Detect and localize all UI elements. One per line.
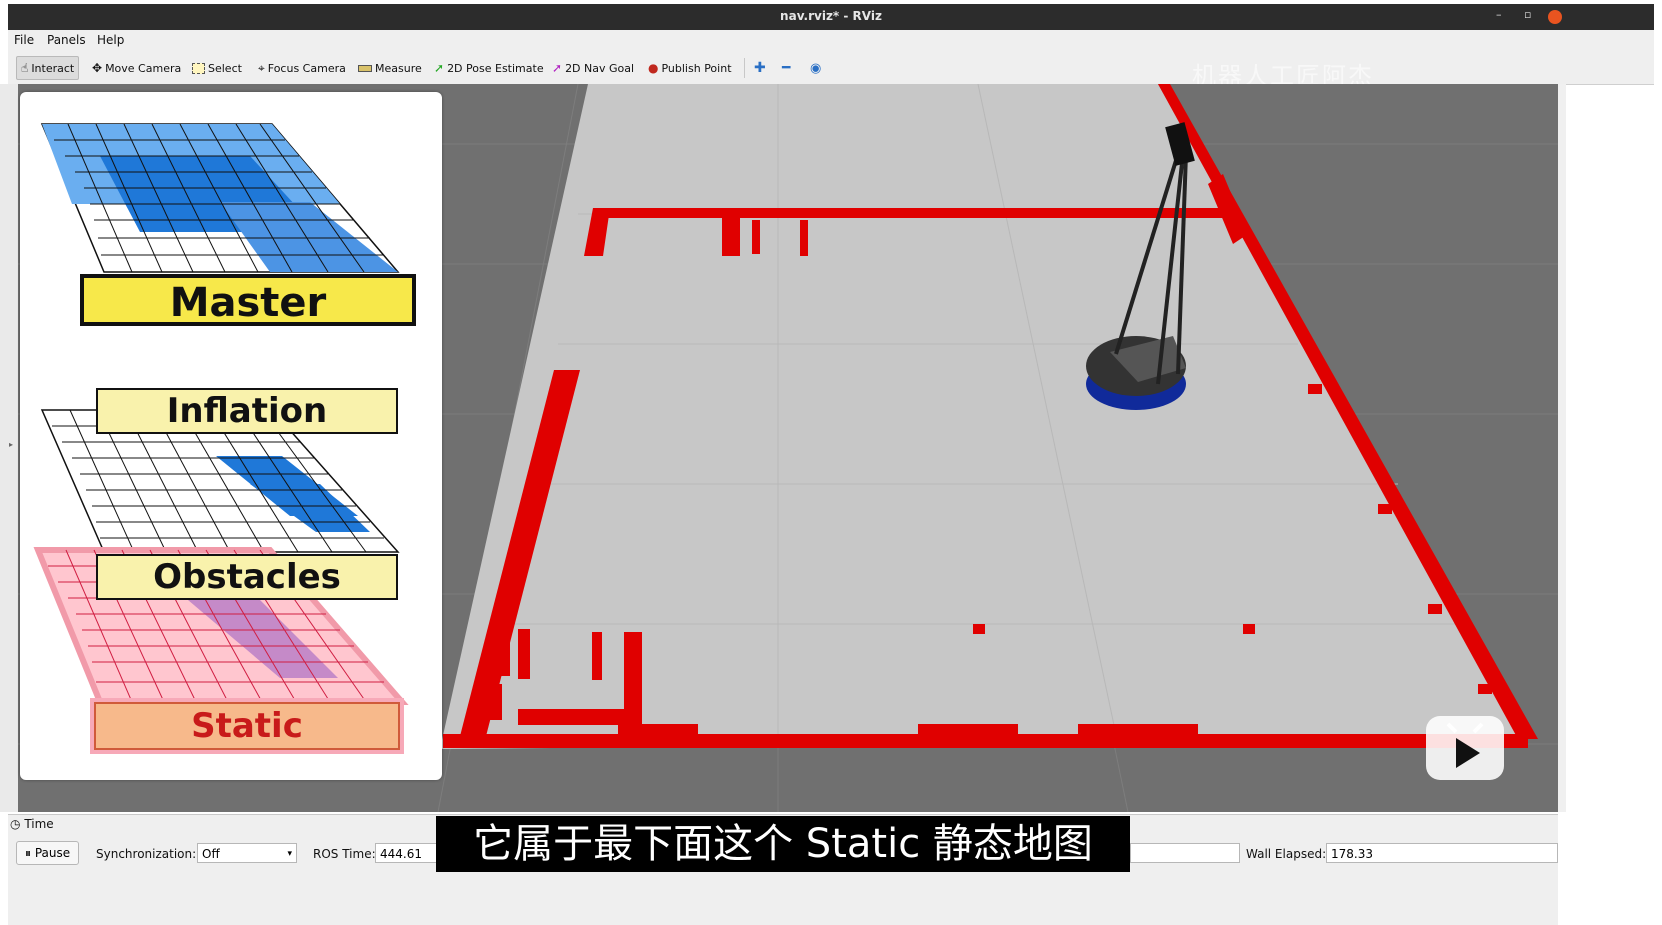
- remove-tool-button[interactable]: ━: [782, 59, 790, 77]
- crosshair-icon: ⌖: [258, 61, 265, 75]
- minimize-button[interactable]: –: [1496, 8, 1502, 21]
- ros-time-field[interactable]: 444.61: [375, 843, 445, 863]
- measure-tool[interactable]: Measure: [358, 59, 422, 77]
- time-panel-header: ◷ Time: [8, 817, 54, 831]
- menu-bar: File Panels Help: [8, 30, 1654, 50]
- sync-select[interactable]: Off ▾: [197, 843, 297, 863]
- green-arrow-icon: ➚: [434, 61, 445, 75]
- eye-icon: ◉: [810, 60, 822, 76]
- window-title: nav.rviz* - RViz: [780, 9, 882, 23]
- move-camera-tool[interactable]: ✥ Move Camera: [92, 59, 181, 77]
- map-pin-icon: ●: [648, 61, 659, 75]
- restore-button[interactable]: ▫: [1524, 8, 1531, 21]
- purple-arrow-icon: ➚: [552, 61, 563, 75]
- measure-label: Measure: [375, 61, 422, 75]
- master-layer-label: Master: [80, 274, 416, 326]
- wall-time-field[interactable]: [1130, 843, 1240, 863]
- layers-illustration: [33, 123, 409, 705]
- nav-goal-label: 2D Nav Goal: [565, 61, 635, 75]
- select-tool[interactable]: Select: [192, 59, 242, 77]
- wall-elapsed-label: Wall Elapsed:: [1246, 847, 1327, 861]
- select-box-icon: [192, 62, 205, 74]
- pause-icon: ⏸: [25, 846, 32, 860]
- pose-estimate-label: 2D Pose Estimate: [447, 61, 544, 75]
- expand-arrow-icon: ▸: [9, 440, 14, 449]
- move-camera-label: Move Camera: [105, 61, 182, 75]
- chevron-down-icon: ▾: [287, 849, 292, 859]
- sync-value: Off: [202, 847, 220, 861]
- focus-camera-tool[interactable]: ⌖ Focus Camera: [258, 59, 346, 77]
- ruler-icon: [358, 64, 372, 72]
- menu-panels[interactable]: Panels: [47, 33, 86, 47]
- pause-label: Pause: [34, 846, 71, 860]
- interact-tool[interactable]: ☝ Interact: [16, 56, 80, 80]
- costmap-layers-figure: Master Inflation Obstacles Static: [20, 92, 442, 780]
- window-titlebar: nav.rviz* - RViz – ▫: [8, 4, 1654, 30]
- video-subtitle: 它属于最下面这个 Static 静态地图: [436, 816, 1130, 872]
- nav-goal-tool[interactable]: ➚ 2D Nav Goal: [552, 59, 634, 77]
- menu-help[interactable]: Help: [97, 33, 124, 47]
- publish-point-tool[interactable]: ● Publish Point: [648, 59, 732, 77]
- toolbar-separator: [744, 58, 745, 78]
- play-icon: [1446, 722, 1484, 768]
- minus-icon: ━: [782, 60, 791, 76]
- sync-label: Synchronization:: [96, 847, 197, 861]
- time-header-label: Time: [24, 817, 54, 831]
- pose-estimate-tool[interactable]: ➚ 2D Pose Estimate: [434, 59, 544, 77]
- ros-time-label: ROS Time:: [313, 847, 376, 861]
- wall-elapsed-field[interactable]: 178.33: [1326, 843, 1558, 863]
- bilibili-play-badge[interactable]: [1426, 716, 1504, 780]
- select-label: Select: [208, 61, 242, 75]
- obstacles-layer-label: Obstacles: [96, 554, 398, 600]
- menu-file[interactable]: File: [14, 33, 34, 47]
- tool-bar: ☝ Interact ✥ Move Camera Select ⌖ Focus …: [8, 50, 1654, 90]
- pause-button[interactable]: ⏸ Pause: [16, 841, 80, 865]
- tool-properties-button[interactable]: ◉: [810, 59, 821, 77]
- move-icon: ✥: [92, 61, 103, 75]
- clock-icon: ◷: [10, 817, 21, 831]
- focus-camera-label: Focus Camera: [267, 61, 346, 75]
- right-panel-strip: [1558, 84, 1566, 812]
- inflation-layer-label: Inflation: [96, 388, 398, 434]
- close-button[interactable]: [1548, 10, 1562, 24]
- interact-label: Interact: [31, 61, 75, 75]
- publish-point-label: Publish Point: [661, 61, 732, 75]
- static-layer-label: Static: [94, 702, 400, 750]
- free-space-area: [440, 84, 1528, 749]
- left-panel-collapse-strip[interactable]: ▸: [0, 84, 18, 812]
- add-tool-button[interactable]: ✚: [754, 59, 766, 77]
- plus-icon: ✚: [754, 60, 766, 76]
- hand-icon: ☝: [21, 61, 29, 75]
